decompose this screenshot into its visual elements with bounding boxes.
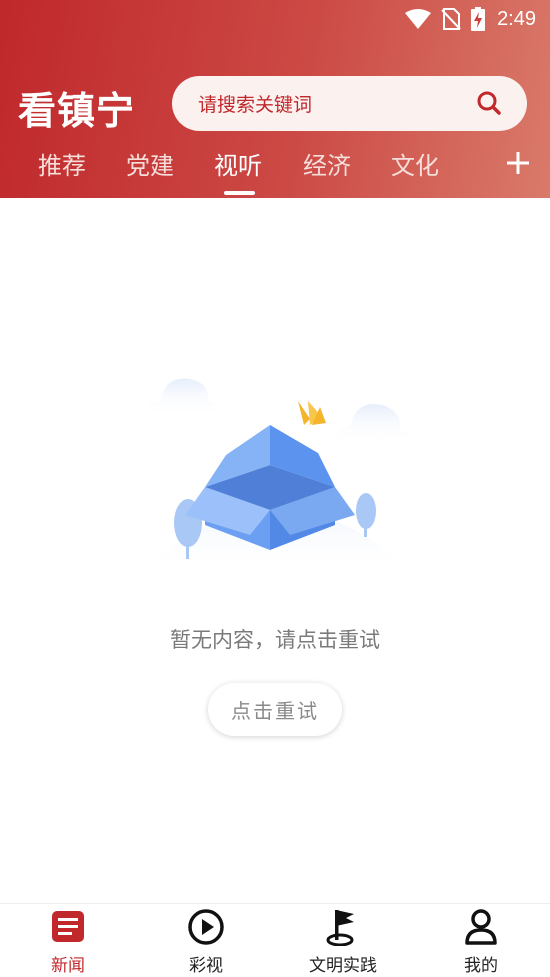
tab-culture[interactable]: 文化 <box>391 146 439 181</box>
no-sim-icon <box>441 8 461 30</box>
tab-economy[interactable]: 经济 <box>303 146 351 181</box>
search-placeholder: 请搜索关键词 <box>198 94 313 116</box>
nav-label-video: 彩视 <box>189 956 223 976</box>
app-title: 看镇宁 <box>18 88 136 133</box>
flag-icon <box>326 910 354 946</box>
status-time: 2:49 <box>497 7 536 30</box>
status-bar: 2:49 <box>0 0 550 40</box>
empty-state-message: 暂无内容，请点击重试 <box>170 628 380 652</box>
search-icon[interactable] <box>477 91 501 115</box>
app-header: 2:49 看镇宁 请搜索关键词 推荐 党建 视听 经济 文化 <box>0 0 550 198</box>
nav-item-civilization-practice[interactable]: 文明实践 <box>293 904 393 977</box>
tab-party[interactable]: 党建 <box>126 146 174 181</box>
wifi-icon <box>405 9 432 29</box>
user-icon <box>465 909 497 945</box>
nav-label-mine: 我的 <box>464 956 498 976</box>
nav-item-video[interactable]: 彩视 <box>156 904 256 977</box>
active-tab-indicator <box>224 191 255 195</box>
battery-charging-icon <box>471 7 486 31</box>
add-channel-icon[interactable] <box>503 148 533 178</box>
play-icon <box>188 909 224 945</box>
tab-recommend[interactable]: 推荐 <box>38 146 86 181</box>
news-icon <box>52 911 84 942</box>
nav-label-news: 新闻 <box>51 956 85 976</box>
tab-audiovisual[interactable]: 视听 <box>214 146 262 181</box>
nav-item-mine[interactable]: 我的 <box>431 904 531 977</box>
empty-box-illustration <box>140 378 415 575</box>
search-input[interactable]: 请搜索关键词 <box>172 76 527 131</box>
bottom-navigation: 新闻 彩视 文明实践 我的 <box>0 903 550 977</box>
retry-button[interactable]: 点击重试 <box>208 683 342 736</box>
nav-item-news[interactable]: 新闻 <box>18 904 118 977</box>
nav-label-civilization-practice: 文明实践 <box>309 956 377 976</box>
channel-tabs: 推荐 党建 视听 经济 文化 <box>0 146 550 198</box>
